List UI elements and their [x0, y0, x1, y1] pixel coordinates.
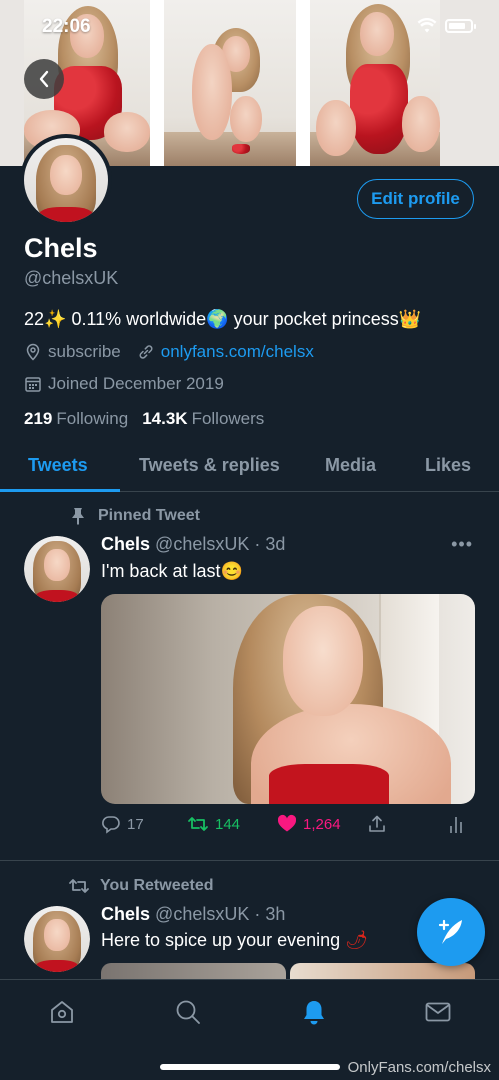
tweet-media[interactable]	[101, 594, 475, 804]
messages-icon[interactable]	[424, 998, 452, 1026]
battery-icon	[445, 19, 476, 33]
tweet-author-name[interactable]: Chels	[101, 534, 150, 554]
like-button[interactable]: 1,264	[277, 814, 341, 834]
tweet2-author-handle: @chelsxUK	[155, 904, 250, 924]
following-link[interactable]: 219 Following	[24, 409, 128, 429]
followers-label: Followers	[191, 409, 265, 428]
back-button[interactable]	[24, 59, 64, 99]
profile-avatar[interactable]	[20, 134, 112, 226]
status-time: 22:06	[42, 16, 91, 37]
profile-tabs: Tweets Tweets & replies Media Likes	[0, 445, 499, 492]
link-item[interactable]: onlyfans.com/chelsx	[137, 342, 314, 362]
pinned-label: Pinned Tweet	[68, 506, 200, 526]
tweet2-author-name[interactable]: Chels	[101, 904, 150, 924]
joined-text: Joined December 2019	[48, 374, 224, 393]
compose-icon	[438, 919, 462, 944]
home-icon[interactable]	[48, 998, 76, 1026]
tweet-text-2: Here to spice up your evening 🌶	[101, 930, 368, 951]
followers-link[interactable]: 14.3K Followers	[142, 409, 264, 429]
tweet-avatar-2[interactable]	[24, 906, 90, 972]
profile-handle: @chelsxUK	[24, 268, 119, 288]
joined-date: Joined December 2019	[24, 374, 224, 394]
watermark: OnlyFans.com/chelsx	[347, 1059, 491, 1076]
tweet-time: 3d	[265, 534, 286, 554]
calendar-icon	[25, 377, 41, 392]
retweet-context-icon	[69, 879, 89, 893]
chili-pepper-icon: 🌶	[345, 930, 369, 950]
location-text: subscribe	[48, 342, 121, 361]
retweeted-label: You Retweeted	[68, 876, 214, 896]
follow-stats: 219 Following 14.3K Followers	[24, 409, 264, 429]
retweeted-text: You Retweeted	[100, 877, 214, 894]
tab-likes[interactable]: Likes	[425, 455, 471, 476]
crown-icon: 👑	[398, 309, 422, 329]
profile-link[interactable]: onlyfans.com/chelsx	[161, 342, 314, 362]
bio-suffix: your pocket princess	[228, 309, 399, 329]
like-icon	[277, 814, 297, 832]
like-count: 1,264	[303, 815, 341, 833]
location-item: subscribe	[24, 342, 121, 362]
profile-meta: subscribe onlyfans.com/chelsx	[24, 342, 330, 362]
following-label: Following	[56, 409, 129, 428]
globe-icon: 🌍	[206, 309, 229, 329]
smile-emoji-icon: 😊	[220, 561, 243, 581]
tweet-header-2: Chels @chelsxUK · 3h	[101, 904, 285, 925]
tab-tweets[interactable]: Tweets	[28, 455, 88, 476]
banner-photo-2	[164, 0, 296, 166]
share-button[interactable]	[367, 814, 387, 834]
tweet2-text-content: Here to spice up your evening	[101, 930, 341, 950]
stats-button[interactable]	[449, 814, 463, 834]
status-icons	[417, 18, 476, 34]
compose-button[interactable]	[417, 898, 485, 966]
stats-icon	[450, 817, 462, 833]
notifications-icon[interactable]	[300, 998, 328, 1026]
wifi-icon	[417, 18, 437, 33]
following-count: 219	[24, 409, 53, 428]
edit-profile-button[interactable]: Edit profile	[357, 179, 474, 219]
tweet-divider	[0, 860, 499, 861]
more-icon[interactable]: •••	[451, 534, 473, 555]
tweet-author-handle: @chelsxUK	[155, 534, 250, 554]
profile-bio: 22✨ 0.11% worldwide🌍 your pocket princes…	[24, 309, 421, 330]
active-tab-indicator	[0, 489, 120, 492]
tweet2-time: 3h	[265, 904, 286, 924]
tweet-dot: ·	[249, 534, 266, 554]
location-icon	[26, 343, 40, 361]
followers-count: 14.3K	[142, 409, 188, 428]
tab-media[interactable]: Media	[325, 455, 376, 476]
pin-icon	[72, 508, 84, 525]
tweet-text: I'm back at last😊	[101, 561, 243, 582]
bio-prefix: 22	[24, 309, 45, 329]
home-indicator[interactable]	[160, 1064, 340, 1070]
search-icon[interactable]	[174, 998, 202, 1026]
pinned-text: Pinned Tweet	[98, 507, 200, 524]
retweet-count: 144	[215, 815, 241, 833]
retweet-icon	[188, 817, 208, 831]
tweet-text-content: I'm back at last	[101, 561, 221, 581]
profile-name: Chels	[24, 233, 98, 263]
reply-button[interactable]: 17	[101, 814, 144, 834]
retweet-button[interactable]: 144	[187, 814, 240, 834]
reply-count: 17	[127, 815, 144, 833]
tweet2-dot: ·	[249, 904, 266, 924]
tweet-header: Chels @chelsxUK · 3d	[101, 534, 285, 555]
reply-icon	[102, 816, 120, 834]
link-icon	[139, 345, 153, 359]
share-icon	[369, 815, 385, 832]
bio-middle: 0.11% worldwide	[66, 309, 207, 329]
tweet-avatar[interactable]	[24, 536, 90, 602]
sparkles-icon: ✨	[44, 309, 67, 329]
back-arrow-icon	[39, 70, 49, 88]
tab-tweets-replies[interactable]: Tweets & replies	[139, 455, 280, 476]
tweet-actions: 17 144 1,264	[101, 814, 475, 836]
